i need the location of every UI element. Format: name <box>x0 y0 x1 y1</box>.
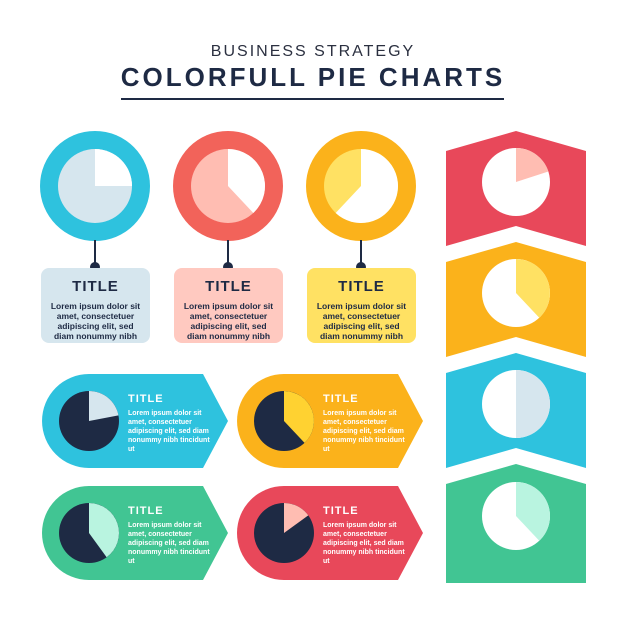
label-body: Lorem ipsum dolor sit amet, consectetuer… <box>323 410 405 453</box>
circle-card-1-graphic <box>40 131 150 272</box>
label-title: TITLE <box>323 505 359 517</box>
label-title: TITLE <box>323 393 359 405</box>
label-body: Lorem ipsum dolor sit amet, consectetuer… <box>323 522 405 565</box>
info-card-3: TITLE Lorem ipsum dolor sit amet, consec… <box>307 268 416 343</box>
banner-4 <box>446 464 586 583</box>
label-body: Lorem ipsum dolor sit amet, consectetuer… <box>128 522 210 565</box>
circle-card-3-graphic <box>306 131 416 272</box>
banner-3 <box>446 353 586 468</box>
label-body: Lorem ipsum dolor sit amet, consectetuer… <box>128 410 210 453</box>
card-body: Lorem ipsum dolor sit amet, consectetuer… <box>183 301 274 341</box>
card-title: TITLE <box>72 278 119 295</box>
card-title: TITLE <box>338 278 385 295</box>
label-title: TITLE <box>128 393 164 405</box>
info-card-2: TITLE Lorem ipsum dolor sit amet, consec… <box>174 268 283 343</box>
arrow-label-3-text: TITLE Lorem ipsum dolor sit amet, consec… <box>128 505 216 566</box>
circle-card-2-graphic <box>173 131 283 272</box>
arrow-label-4-text: TITLE Lorem ipsum dolor sit amet, consec… <box>323 505 411 566</box>
banner-1 <box>446 131 586 246</box>
banner-2 <box>446 242 586 357</box>
arrow-label-2-text: TITLE Lorem ipsum dolor sit amet, consec… <box>323 393 411 454</box>
info-card-1: TITLE Lorem ipsum dolor sit amet, consec… <box>41 268 150 343</box>
label-title: TITLE <box>128 505 164 517</box>
arrow-label-1-text: TITLE Lorem ipsum dolor sit amet, consec… <box>128 393 216 454</box>
card-title: TITLE <box>205 278 252 295</box>
card-body: Lorem ipsum dolor sit amet, consectetuer… <box>50 301 141 341</box>
card-body: Lorem ipsum dolor sit amet, consectetuer… <box>316 301 407 341</box>
